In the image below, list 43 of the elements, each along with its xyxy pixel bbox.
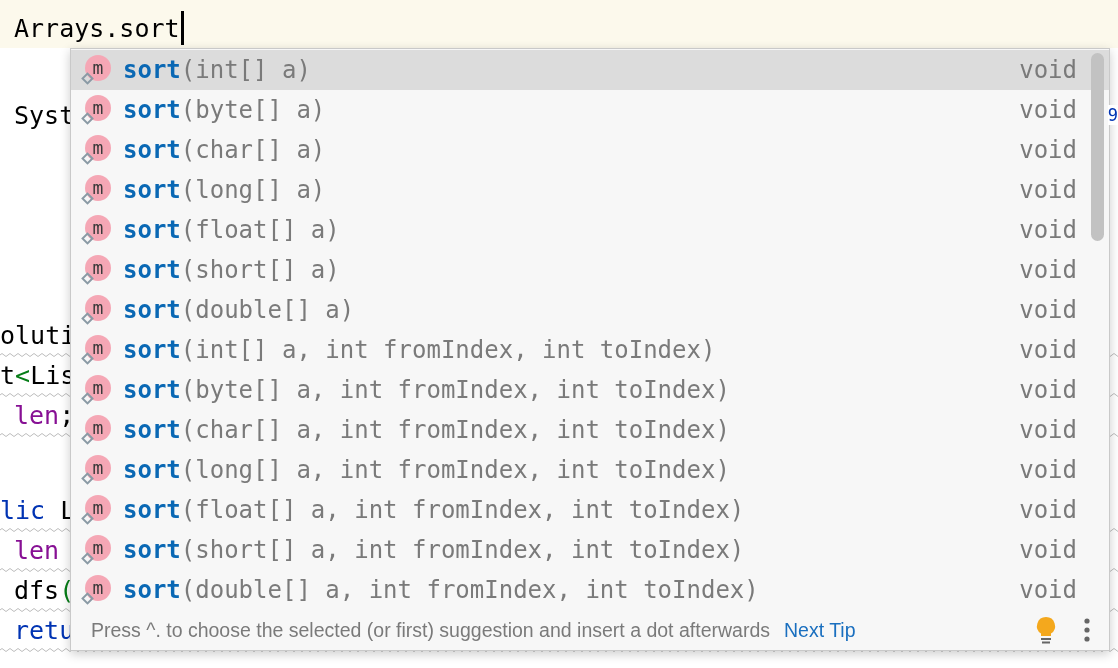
lightbulb-icon[interactable] — [1035, 616, 1057, 644]
method-signature: sort(double[] a, int fromIndex, int toIndex) — [123, 576, 760, 604]
method-signature: sort(short[] a) — [123, 256, 341, 284]
suggestion-item[interactable]: m sort(short[] a) void — [71, 250, 1109, 290]
method-signature: sort(long[] a, int fromIndex, int toIndex) — [123, 456, 731, 484]
method-signature: sort(byte[] a) — [123, 96, 327, 124]
next-tip-link[interactable]: Next Tip — [784, 618, 856, 642]
return-type: void — [1019, 216, 1077, 244]
return-type: void — [1019, 136, 1077, 164]
return-type: void — [1019, 376, 1077, 404]
suggestion-item[interactable]: m sort(int[] a) void — [71, 50, 1109, 90]
suggestion-item[interactable]: m sort(float[] a, int fromIndex, int toIndex) void — [71, 490, 1109, 530]
method-signature: sort(short[] a, int fromIndex, int toIndex) — [123, 536, 746, 564]
suggestion-item[interactable]: m sort(char[] a) void — [71, 130, 1109, 170]
method-signature: sort(float[] a) — [123, 216, 341, 244]
more-options-icon[interactable] — [1083, 617, 1091, 643]
suggestion-item[interactable]: m sort(long[] a, int fromIndex, int toIndex) void — [71, 450, 1109, 490]
scrollbar-thumb[interactable] — [1091, 53, 1104, 241]
return-type: void — [1019, 336, 1077, 364]
return-type: void — [1019, 496, 1077, 524]
method-signature: sort(char[] a, int fromIndex, int toIndex) — [123, 416, 731, 444]
return-type: void — [1019, 456, 1077, 484]
method-signature: sort(int[] a) — [123, 56, 312, 84]
method-signature: sort(float[] a, int fromIndex, int toIndex) — [123, 496, 746, 524]
code-line: Arrays.sort — [14, 13, 180, 43]
return-type: void — [1019, 96, 1077, 124]
hint-text: Press ^. to choose the selected (or first) suggestion and insert a dot afterwards — [91, 618, 770, 642]
return-type: void — [1019, 296, 1077, 324]
return-type: void — [1019, 416, 1077, 444]
suggestion-item[interactable]: m sort(float[] a) void — [71, 210, 1109, 250]
return-type: void — [1019, 576, 1077, 604]
return-type: void — [1019, 56, 1077, 84]
suggestion-item[interactable]: m sort(short[] a, int fromIndex, int toIndex) void — [71, 530, 1109, 570]
suggestion-item[interactable]: m sort(long[] a) void — [71, 170, 1109, 210]
method-signature: sort(byte[] a, int fromIndex, int toIndex) — [123, 376, 731, 404]
return-type: void — [1019, 176, 1077, 204]
method-signature: sort(int[] a, int fromIndex, int toIndex) — [123, 336, 717, 364]
return-type: void — [1019, 536, 1077, 564]
method-signature: sort(double[] a) — [123, 296, 356, 324]
method-signature: sort(long[] a) — [123, 176, 327, 204]
return-type: void — [1019, 256, 1077, 284]
method-signature: sort(char[] a) — [123, 136, 327, 164]
code-line: len — [14, 535, 60, 565]
